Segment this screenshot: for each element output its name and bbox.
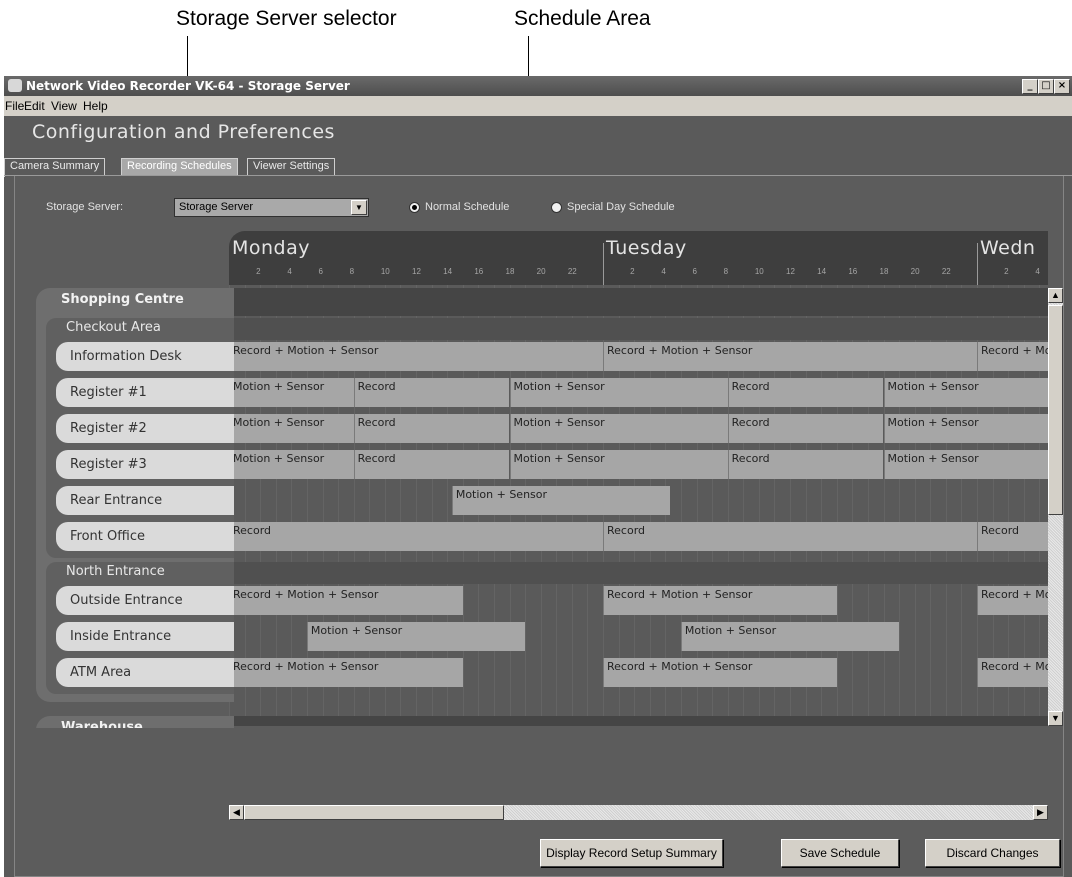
schedule-block[interactable]: Record bbox=[229, 522, 603, 551]
hour-tick-label: 12 bbox=[786, 267, 795, 276]
group-band bbox=[229, 716, 1048, 726]
special-day-schedule-label[interactable]: Special Day Schedule bbox=[567, 201, 675, 213]
hour-tick-label: 4 bbox=[1035, 267, 1040, 276]
schedule-block[interactable]: Record + Motion + Sensor bbox=[603, 658, 837, 687]
schedule-block[interactable]: Motion + Sensor bbox=[451, 486, 670, 515]
day-header: Monday 2 4 6 8 10 12 14 16 18 20 22 Tuesday 2 4 6 8 10 12 1… bbox=[229, 231, 1048, 285]
hour-tick-label: 18 bbox=[879, 267, 889, 276]
hour-tick-label: 20 bbox=[910, 267, 920, 276]
camera-row-label[interactable]: Register #1 bbox=[56, 378, 234, 407]
hour-tick-label: 4 bbox=[661, 267, 666, 276]
camera-row-label[interactable]: ATM Area bbox=[56, 658, 234, 687]
schedule-block[interactable]: Motion + Sensor bbox=[509, 378, 728, 407]
scroll-up-icon[interactable]: ▲ bbox=[1048, 288, 1063, 303]
scroll-down-icon[interactable]: ▼ bbox=[1048, 711, 1063, 726]
close-button[interactable]: × bbox=[1054, 79, 1070, 94]
schedule-grid[interactable]: Record + Motion + Sensor Record + Motion … bbox=[229, 285, 1048, 726]
minimize-button[interactable]: _ bbox=[1022, 79, 1038, 94]
discard-changes-button[interactable]: Discard Changes bbox=[925, 839, 1060, 867]
camera-row-label[interactable]: Outside Entrance bbox=[56, 586, 234, 615]
schedule-block[interactable]: Motion + Sensor bbox=[883, 414, 1048, 443]
special-day-schedule-radio[interactable] bbox=[551, 202, 562, 213]
hour-tick-label: 6 bbox=[318, 267, 323, 276]
schedule-block[interactable]: Record bbox=[727, 450, 884, 479]
day-label: Wedn bbox=[980, 237, 1036, 259]
schedule-block[interactable]: Record + Motion + Sensor bbox=[977, 658, 1048, 687]
hour-tick-label: 22 bbox=[567, 267, 577, 276]
hour-tick-label: 2 bbox=[1004, 267, 1009, 276]
hour-tick-label: 2 bbox=[256, 267, 261, 276]
schedule-block[interactable]: Motion + Sensor bbox=[883, 450, 1048, 479]
normal-schedule-radio[interactable] bbox=[409, 202, 420, 213]
hour-tick-label: 20 bbox=[536, 267, 546, 276]
save-schedule-button[interactable]: Save Schedule bbox=[781, 839, 899, 867]
camera-tree: Shopping Centre Checkout Area Information … bbox=[0, 0, 240, 728]
camera-row-label[interactable]: Register #2 bbox=[56, 414, 234, 443]
hour-tick-label: 2 bbox=[630, 267, 635, 276]
schedule-block[interactable]: Record + Motion + Sensor bbox=[603, 342, 977, 371]
schedule-block[interactable]: Record + Motion + Sensor bbox=[603, 586, 837, 615]
hour-tick-label: 22 bbox=[941, 267, 951, 276]
schedule-block[interactable]: Motion + Sensor bbox=[229, 450, 354, 479]
hour-tick-label: 18 bbox=[505, 267, 515, 276]
hour-tick-label: 16 bbox=[848, 267, 858, 276]
subgroup-band bbox=[229, 318, 1048, 340]
group-header[interactable]: Shopping Centre bbox=[38, 288, 228, 312]
day-label: Monday bbox=[232, 237, 311, 259]
camera-row-label[interactable]: Inside Entrance bbox=[56, 622, 234, 651]
display-record-setup-summary-button[interactable]: Display Record Setup Summary bbox=[540, 839, 723, 867]
schedule-block[interactable]: Motion + Sensor bbox=[229, 378, 354, 407]
scroll-right-icon[interactable]: ▶ bbox=[1033, 805, 1048, 820]
schedule-block[interactable]: Motion + Sensor bbox=[229, 414, 354, 443]
schedule-block[interactable]: Record bbox=[353, 378, 510, 407]
subgroup-header[interactable]: North Entrance bbox=[48, 562, 165, 582]
schedule-block[interactable]: Motion + Sensor bbox=[306, 622, 526, 651]
hour-tick-label: 4 bbox=[287, 267, 292, 276]
horizontal-scroll-thumb[interactable] bbox=[244, 805, 504, 820]
day-separator bbox=[977, 243, 978, 285]
schedule-block[interactable]: Record + Motion + Sensor bbox=[229, 586, 463, 615]
hour-tick-label: 16 bbox=[474, 267, 484, 276]
camera-row-label[interactable]: Information Desk bbox=[56, 342, 234, 371]
schedule-block[interactable]: Record + Motion + Sensor bbox=[229, 658, 463, 687]
hour-tick-label: 6 bbox=[692, 267, 697, 276]
schedule-block[interactable]: Motion + Sensor bbox=[680, 622, 900, 651]
camera-row-label[interactable]: Register #3 bbox=[56, 450, 234, 479]
schedule-block[interactable]: Record bbox=[727, 378, 884, 407]
hour-tick-label: 12 bbox=[412, 267, 421, 276]
schedule-block[interactable]: Motion + Sensor bbox=[509, 450, 728, 479]
hour-tick-label: 14 bbox=[817, 267, 827, 276]
day-label: Tuesday bbox=[606, 237, 687, 259]
schedule-block[interactable]: Record + Motion + Sensor bbox=[229, 342, 603, 371]
schedule-block[interactable]: Record + Motion + Sensor bbox=[977, 342, 1048, 371]
chevron-down-icon[interactable]: ▼ bbox=[351, 200, 367, 215]
schedule-block[interactable]: Record bbox=[977, 522, 1048, 551]
schedule-block[interactable]: Motion + Sensor bbox=[509, 414, 728, 443]
subgroup-header[interactable]: Checkout Area bbox=[48, 318, 161, 338]
camera-row-label[interactable]: Front Office bbox=[56, 522, 234, 551]
normal-schedule-label[interactable]: Normal Schedule bbox=[425, 201, 509, 213]
subgroup-band bbox=[229, 562, 1048, 584]
group-band bbox=[229, 288, 1048, 316]
hour-tick-label: 8 bbox=[349, 267, 355, 276]
callout-schedule-area: Schedule Area bbox=[514, 7, 651, 30]
schedule-block[interactable]: Record bbox=[353, 414, 510, 443]
schedule-block[interactable]: Record bbox=[727, 414, 884, 443]
hour-tick-label: 10 bbox=[754, 267, 764, 276]
day-separator bbox=[603, 243, 604, 285]
scroll-left-icon[interactable]: ◀ bbox=[229, 805, 244, 820]
camera-row-label[interactable]: Rear Entrance bbox=[56, 486, 234, 515]
hour-tick-label: 14 bbox=[443, 267, 453, 276]
schedule-block[interactable]: Record bbox=[353, 450, 510, 479]
schedule-block[interactable]: Record + Motion + Sensor bbox=[977, 586, 1048, 615]
schedule-block[interactable]: Record bbox=[603, 522, 977, 551]
vertical-scroll-thumb[interactable] bbox=[1048, 305, 1063, 515]
hour-tick-label: 8 bbox=[723, 267, 729, 276]
maximize-button[interactable]: □ bbox=[1038, 79, 1054, 94]
hour-tick-label: 10 bbox=[380, 267, 390, 276]
schedule-block[interactable]: Motion + Sensor bbox=[883, 378, 1048, 407]
